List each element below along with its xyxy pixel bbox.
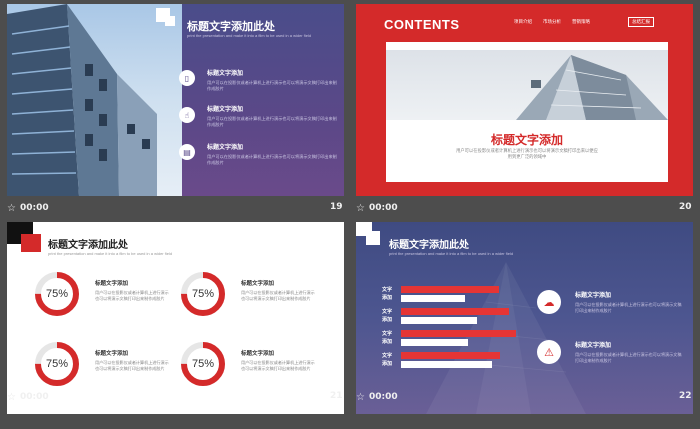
slide-subtitle: print the presentation and make it into …: [389, 251, 514, 256]
item-body: 用户可以在投影仪或者计算机上进行演示也可以将演示文稿打印出来制作成胶片: [207, 116, 337, 127]
item-heading: 标题文字添加: [95, 281, 129, 287]
star-icon[interactable]: ☆: [356, 392, 365, 403]
donut-value: 75%: [45, 288, 69, 300]
slide-title: CONTENTS: [384, 17, 460, 32]
bar-label: 文字 添加: [382, 309, 393, 323]
slide-title: 标题文字添加此处: [187, 21, 275, 33]
tablet-icon: ▯: [179, 70, 195, 86]
bar-label: 文字 添加: [382, 331, 393, 345]
star-icon[interactable]: ☆: [356, 203, 365, 214]
bar-white: [401, 361, 492, 368]
slide-20-thumbnail[interactable]: CONTENTS 项目介绍 市场分析 营销策略 总结汇报 标题文字添加 用户可以…: [356, 4, 693, 196]
slide-number: 20: [679, 202, 692, 212]
donut-value: 75%: [191, 358, 215, 370]
slide-title: 标题文字添加此处: [48, 240, 128, 251]
item-heading: 标题文字添加: [575, 343, 612, 349]
nav-item: 营销策略: [572, 19, 590, 24]
bar-red: [401, 308, 510, 315]
nav-item-active: 总结汇报: [628, 17, 654, 27]
slide-number: 22: [679, 391, 692, 401]
slide-subtitle: print the presentation and make it into …: [187, 33, 312, 38]
donut-value: 75%: [191, 288, 215, 300]
bar-red: [401, 330, 516, 337]
star-icon[interactable]: ☆: [7, 392, 16, 403]
white-square-decoration: [366, 231, 380, 245]
bar-white: [401, 295, 466, 302]
item-heading: 标题文字添加: [241, 281, 275, 287]
list-item: 标题文字添加 用户可以在投影仪或者计算机上进行演示也可以将演示文稿打印出来制作成…: [95, 349, 170, 372]
red-square-decoration: [21, 234, 41, 252]
slide-21-footer: ☆ 00:00: [7, 390, 49, 404]
item-body: 用户可以在投影仪或者计算机上进行演示也可以将演示文稿打印出来制作成胶片: [207, 154, 337, 165]
bar-red: [401, 286, 499, 293]
list-item: 标题文字添加 用户可以在投影仪或者计算机上进行演示也可以将演示文稿打印出来制作成…: [575, 340, 685, 364]
item-body: 用户可以在投影仪或者计算机上进行演示也可以将演示文稿打印出来制作成胶片: [95, 290, 169, 301]
card-heading: 标题文字添加: [490, 133, 563, 147]
item-heading: 标题文字添加: [207, 145, 244, 151]
list-item: 标题文字添加 用户可以在投影仪或者计算机上进行演示也可以将演示文稿打印出来制作成…: [241, 349, 316, 372]
slide-21-thumbnail[interactable]: 标题文字添加此处 print the presentation and make…: [7, 222, 344, 414]
list-item: 标题文字添加 用户可以在投影仪或者计算机上进行演示也可以将演示文稿打印出来制作成…: [207, 104, 337, 128]
list-item: 标题文字添加 用户可以在投影仪或者计算机上进行演示也可以将演示文稿打印出来制作成…: [95, 279, 170, 302]
nav-item: 市场分析: [543, 19, 561, 24]
bar-label: 文字 添加: [382, 287, 393, 301]
item-heading: 标题文字添加: [241, 351, 275, 357]
slide-20-footer: ☆ 00:00: [356, 201, 398, 215]
slide-19-footer: ☆ 00:00: [7, 201, 49, 215]
list-item: 标题文字添加 用户可以在投影仪或者计算机上进行演示也可以将演示文稿打印出来制作成…: [207, 142, 337, 166]
slide-subtitle: print the presentation and make it into …: [48, 251, 173, 256]
item-body: 用户可以在投影仪或者计算机上进行演示也可以将演示文稿打印出来制作成胶片: [575, 302, 682, 313]
slide-22-footer: ☆ 00:00: [356, 390, 398, 404]
nav-item: 项目介绍: [514, 19, 532, 24]
bar-label: 文字 添加: [382, 353, 393, 367]
item-heading: 标题文字添加: [207, 107, 244, 113]
item-heading: 标题文字添加: [575, 293, 612, 299]
list-item: 标题文字添加 用户可以在投影仪或者计算机上进行演示也可以将演示文稿打印出来制作成…: [207, 68, 337, 92]
white-square-decoration: [165, 16, 175, 26]
building-illustration: [516, 55, 668, 120]
list-item: 标题文字添加 用户可以在投影仪或者计算机上进行演示也可以将演示文稿打印出来制作成…: [241, 279, 316, 302]
hand-icon: ☝: [179, 107, 195, 123]
duration-label: 00:00: [368, 392, 398, 402]
content-card: 标题文字添加 用户可以在投影仪或者计算机上进行演示也可以将演示文稿打印出来以便应…: [386, 42, 668, 182]
item-body: 用户可以在投影仪或者计算机上进行演示也可以将演示文稿打印出来制作成胶片: [241, 290, 315, 301]
donut-value: 75%: [45, 358, 69, 370]
item-body: 用户可以在投影仪或者计算机上进行演示也可以将演示文稿打印出来制作成胶片: [95, 360, 169, 371]
slide-number: 21: [330, 391, 343, 401]
duration-label: 00:00: [19, 203, 49, 213]
slide-title: 标题文字添加此处: [389, 240, 469, 251]
slide-22-thumbnail[interactable]: 标题文字添加此处 print the presentation and make…: [356, 222, 693, 414]
duration-label: 00:00: [368, 203, 398, 213]
item-heading: 标题文字添加: [207, 71, 244, 77]
bar-white: [401, 339, 468, 346]
cloud-upload-icon: ☁: [537, 290, 561, 314]
item-heading: 标题文字添加: [95, 351, 129, 357]
star-icon[interactable]: ☆: [7, 203, 16, 214]
building-photo: [386, 50, 668, 120]
item-body: 用户可以在投影仪或者计算机上进行演示也可以将演示文稿打印出来制作成胶片: [241, 360, 315, 371]
card-body: 用户可以在投影仪或者计算机上进行演示也可以将演示文稿打印出来以便应用到更广泛的领…: [456, 148, 598, 159]
list-item: 标题文字添加 用户可以在投影仪或者计算机上进行演示也可以将演示文稿打印出来制作成…: [575, 290, 685, 314]
building-illustration: [7, 4, 157, 196]
document-icon: ▤: [179, 144, 195, 160]
building-photo: [7, 4, 182, 196]
item-body: 用户可以在投影仪或者计算机上进行演示也可以将演示文稿打印出来制作成胶片: [575, 352, 682, 363]
slide-19-thumbnail[interactable]: 标题文字添加此处 print the presentation and make…: [7, 4, 344, 196]
item-body: 用户可以在投影仪或者计算机上进行演示也可以将演示文稿打印出来制作成胶片: [207, 80, 337, 91]
duration-label: 00:00: [19, 392, 49, 402]
bar-white: [401, 317, 477, 324]
slide-number: 19: [330, 202, 343, 212]
bar-red: [401, 352, 500, 359]
warning-icon: ⚠: [537, 340, 561, 364]
